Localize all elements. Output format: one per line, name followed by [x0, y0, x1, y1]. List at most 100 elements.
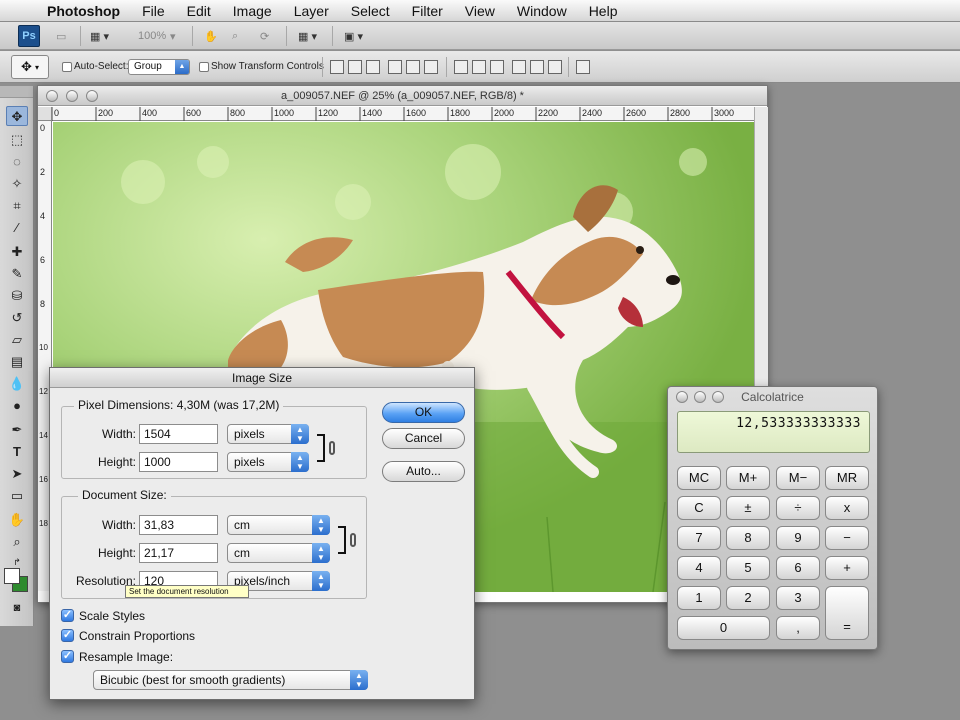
key-1[interactable]: 1: [677, 586, 721, 610]
key-mminus[interactable]: M−: [776, 466, 820, 490]
view-extras-icon[interactable]: ▦ ▾: [90, 27, 109, 45]
auto-select-checkbox[interactable]: [62, 62, 72, 72]
key-mr[interactable]: MR: [825, 466, 869, 490]
key-8[interactable]: 8: [726, 526, 770, 550]
key-7[interactable]: 7: [677, 526, 721, 550]
distribute-top-icon[interactable]: [454, 60, 468, 74]
move-tool-preset[interactable]: ✥ ▾: [11, 55, 49, 79]
zoom-window-icon[interactable]: [86, 90, 98, 102]
quick-mask-icon[interactable]: ◙: [6, 598, 28, 618]
align-top-icon[interactable]: [330, 60, 344, 74]
zoom-icon[interactable]: ⌕: [232, 27, 238, 45]
menu-filter[interactable]: Filter: [401, 0, 454, 22]
crop-tool-icon[interactable]: ⌗: [6, 196, 28, 216]
pixel-height-input[interactable]: 1000: [139, 452, 218, 472]
distribute-right-icon[interactable]: [548, 60, 562, 74]
align-bottom-icon[interactable]: [366, 60, 380, 74]
resample-method-select[interactable]: Bicubic (best for smooth gradients) ▲ ▼: [93, 670, 368, 690]
dialog-title[interactable]: Image Size: [50, 368, 474, 388]
key-3[interactable]: 3: [776, 586, 820, 610]
clone-stamp-tool-icon[interactable]: ⛁: [6, 286, 28, 306]
shape-tool-icon[interactable]: ▭: [6, 486, 28, 506]
key-2[interactable]: 2: [726, 586, 770, 610]
key-minus[interactable]: −: [825, 526, 869, 550]
key-divide[interactable]: ÷: [776, 496, 820, 520]
blur-tool-icon[interactable]: 💧: [6, 374, 28, 394]
auto-select-dropdown[interactable]: Group ▲: [128, 59, 190, 75]
doc-height-unit-select[interactable]: cm ▲ ▼: [227, 543, 330, 563]
resample-image-checkbox[interactable]: ✓: [61, 650, 74, 663]
key-equals[interactable]: =: [825, 586, 869, 640]
key-multiply[interactable]: x: [825, 496, 869, 520]
distribute-vcenter-icon[interactable]: [472, 60, 486, 74]
healing-brush-tool-icon[interactable]: ✚: [6, 242, 28, 262]
brush-tool-icon[interactable]: ✎: [6, 264, 28, 284]
type-tool-icon[interactable]: T: [6, 442, 28, 462]
zoom-window-icon[interactable]: [712, 391, 724, 403]
show-transform-checkbox[interactable]: [199, 62, 209, 72]
pixel-width-input[interactable]: 1504: [139, 424, 218, 444]
close-icon[interactable]: [46, 90, 58, 102]
minimize-icon[interactable]: [66, 90, 78, 102]
gradient-tool-icon[interactable]: ▤: [6, 352, 28, 372]
close-icon[interactable]: [676, 391, 688, 403]
auto-align-layers-icon[interactable]: [576, 60, 590, 74]
key-0[interactable]: 0: [677, 616, 770, 640]
lasso-tool-icon[interactable]: ◌: [6, 152, 28, 172]
foreground-color-swatch[interactable]: [4, 568, 20, 584]
ok-button[interactable]: OK: [382, 402, 465, 423]
rotate-view-icon[interactable]: ⟳: [260, 27, 269, 45]
pixel-height-unit-select[interactable]: pixels ▲ ▼: [227, 452, 309, 472]
hand-icon[interactable]: ✋: [204, 27, 218, 45]
distribute-left-icon[interactable]: [512, 60, 526, 74]
menu-app-name[interactable]: Photoshop: [36, 0, 131, 22]
path-selection-tool-icon[interactable]: ➤: [6, 464, 28, 484]
key-plus-minus[interactable]: ±: [726, 496, 770, 520]
menu-select[interactable]: Select: [340, 0, 401, 22]
doc-width-input[interactable]: 31,83: [139, 515, 218, 535]
doc-height-input[interactable]: 21,17: [139, 543, 218, 563]
dodge-tool-icon[interactable]: ●: [6, 396, 28, 416]
key-plus[interactable]: +: [825, 556, 869, 580]
magic-wand-tool-icon[interactable]: ✧: [6, 174, 28, 194]
distribute-hcenter-icon[interactable]: [530, 60, 544, 74]
pixel-width-unit-select[interactable]: pixels ▲ ▼: [227, 424, 309, 444]
key-4[interactable]: 4: [677, 556, 721, 580]
ruler-origin[interactable]: [38, 107, 52, 121]
hand-tool-icon[interactable]: ✋: [6, 510, 28, 530]
align-vcenter-icon[interactable]: [348, 60, 362, 74]
horizontal-ruler[interactable]: 0 200 400 600 800 1000 1200 1400 1600 18…: [52, 107, 754, 121]
tools-panel-grip[interactable]: [0, 86, 33, 98]
history-brush-tool-icon[interactable]: ↺: [6, 308, 28, 328]
scale-styles-checkbox[interactable]: ✓: [61, 609, 74, 622]
menu-edit[interactable]: Edit: [176, 0, 222, 22]
key-clear[interactable]: C: [677, 496, 721, 520]
zoom-tool-icon[interactable]: ⌕: [6, 532, 28, 552]
menu-file[interactable]: File: [131, 0, 176, 22]
distribute-bottom-icon[interactable]: [490, 60, 504, 74]
menu-help[interactable]: Help: [578, 0, 629, 22]
key-5[interactable]: 5: [726, 556, 770, 580]
screen-mode-icon[interactable]: ▣ ▾: [344, 27, 363, 45]
photoshop-logo[interactable]: Ps: [18, 25, 40, 47]
key-mplus[interactable]: M+: [726, 466, 770, 490]
auto-button[interactable]: Auto...: [382, 461, 465, 482]
align-hcenter-icon[interactable]: [406, 60, 420, 74]
pen-tool-icon[interactable]: ✒: [6, 420, 28, 440]
minimize-icon[interactable]: [694, 391, 706, 403]
menu-window[interactable]: Window: [506, 0, 578, 22]
doc-width-unit-select[interactable]: cm ▲ ▼: [227, 515, 330, 535]
menu-image[interactable]: Image: [222, 0, 283, 22]
key-6[interactable]: 6: [776, 556, 820, 580]
align-right-icon[interactable]: [424, 60, 438, 74]
menu-view[interactable]: View: [454, 0, 506, 22]
key-mc[interactable]: MC: [677, 466, 721, 490]
align-left-icon[interactable]: [388, 60, 402, 74]
eraser-tool-icon[interactable]: ▱: [6, 330, 28, 350]
calculator-titlebar[interactable]: Calcolatrice: [668, 387, 877, 407]
marquee-tool-icon[interactable]: ⬚: [6, 130, 28, 150]
bridge-icon[interactable]: ▭: [56, 27, 66, 45]
eyedropper-tool-icon[interactable]: ⁄: [6, 218, 28, 238]
cancel-button[interactable]: Cancel: [382, 428, 465, 449]
document-titlebar[interactable]: a_009057.NEF @ 25% (a_009057.NEF, RGB/8)…: [38, 86, 767, 106]
